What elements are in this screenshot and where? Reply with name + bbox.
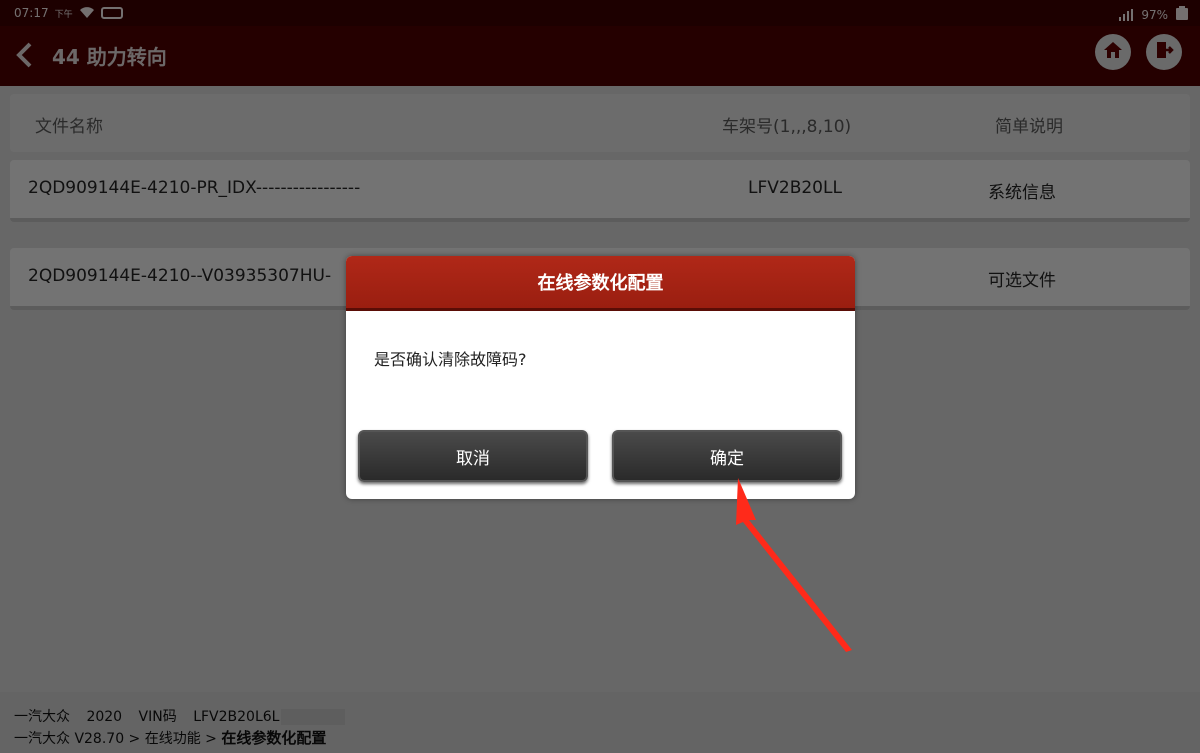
annotation-arrow-icon <box>736 478 852 652</box>
dialog-message: 是否确认清除故障码? <box>374 350 527 369</box>
cancel-button[interactable]: 取消 <box>358 430 588 482</box>
confirm-dialog: 在线参数化配置 是否确认清除故障码? 取消 确定 <box>346 256 855 499</box>
dialog-title: 在线参数化配置 <box>346 256 855 311</box>
